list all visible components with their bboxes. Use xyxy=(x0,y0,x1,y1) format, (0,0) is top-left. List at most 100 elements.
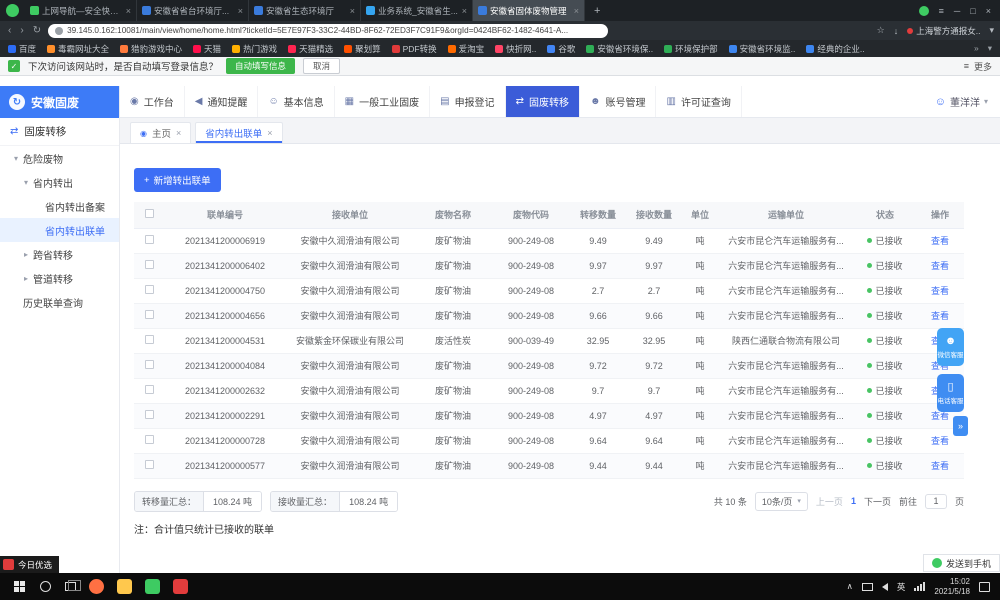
bookmarks-menu-icon[interactable]: ▾ xyxy=(988,43,992,54)
tray-input-lang[interactable]: 英 xyxy=(897,581,906,593)
forward-button[interactable]: › xyxy=(18,25,25,36)
row-checkbox[interactable] xyxy=(145,310,154,319)
row-checkbox[interactable] xyxy=(145,335,154,344)
current-page[interactable]: 1 xyxy=(851,496,856,506)
user-menu[interactable]: ☺ 董洋洋 ▾ xyxy=(923,86,1000,117)
nav-item-waste-transfer[interactable]: ⇄固废转移 xyxy=(506,86,580,117)
browser-tab[interactable]: 上网导航—安全快捷...× xyxy=(25,0,137,21)
tab-close-icon[interactable]: × xyxy=(126,6,131,16)
notify-more[interactable]: ≡ 更多 xyxy=(964,60,992,73)
tray-chevron-up-icon[interactable]: ∧ xyxy=(847,581,853,592)
task-view-button[interactable] xyxy=(65,582,76,591)
bookmark-item[interactable]: 热门游戏 xyxy=(232,43,277,55)
row-checkbox[interactable] xyxy=(145,410,154,419)
doc-tab[interactable]: ◉主页× xyxy=(130,122,191,143)
sidebar-item[interactable]: ▾省内转出 xyxy=(0,170,119,194)
close-button[interactable]: × xyxy=(986,6,991,16)
tray-monitor-icon[interactable] xyxy=(862,583,873,591)
select-all-checkbox[interactable] xyxy=(145,209,154,218)
bookmark-item[interactable]: 安徽省环境监.. xyxy=(729,43,796,55)
wechat-service-button[interactable]: ☻ 微信客服 xyxy=(937,328,964,366)
doc-tab-close-icon[interactable]: × xyxy=(176,128,181,138)
browser-tab[interactable]: 安徽省省台环境厅...× xyxy=(137,0,249,21)
view-link[interactable]: 查看 xyxy=(931,236,949,246)
pdf-reader-icon[interactable] xyxy=(173,579,188,594)
bookmark-item[interactable]: 聚划算 xyxy=(344,43,381,55)
browser-menu-icon[interactable]: ≡ xyxy=(939,6,944,16)
bookmark-item[interactable]: 百度 xyxy=(8,43,36,55)
tray-volume-icon[interactable] xyxy=(882,583,888,591)
nav-item-notify[interactable]: ◀通知提醒 xyxy=(185,86,259,117)
refresh-button[interactable]: ↻ xyxy=(31,25,43,36)
bookmark-item[interactable]: 经典的企业.. xyxy=(806,43,864,55)
view-link[interactable]: 查看 xyxy=(931,261,949,271)
tab-close-icon[interactable]: × xyxy=(238,6,243,16)
bookmark-item[interactable]: 天猫 xyxy=(193,43,221,55)
send-to-phone-widget[interactable]: 发送到手机 xyxy=(923,554,1000,572)
bookmark-item[interactable]: 安徽省环境保.. xyxy=(586,43,653,55)
toolbar-more-icon[interactable]: ▾ xyxy=(989,25,994,36)
tab-close-icon[interactable]: × xyxy=(574,6,579,16)
browser-tab[interactable]: 安徽省固体废物管理× xyxy=(473,0,585,21)
add-manifest-button[interactable]: + 新增转出联单 xyxy=(134,168,221,192)
bookmark-item[interactable]: 环境保护部 xyxy=(664,43,718,55)
row-checkbox[interactable] xyxy=(145,360,154,369)
page-size-select[interactable]: 10条/页 ▾ xyxy=(755,492,808,511)
maximize-button[interactable]: □ xyxy=(970,6,975,16)
sidebar-item[interactable]: ▸跨省转移 xyxy=(0,242,119,266)
bookmarks-overflow-icon[interactable]: » xyxy=(974,43,979,54)
browser-tab[interactable]: 业务系统_安徽省生...× xyxy=(361,0,473,21)
row-checkbox[interactable] xyxy=(145,385,154,394)
row-checkbox[interactable] xyxy=(145,260,154,269)
view-link[interactable]: 查看 xyxy=(931,411,949,421)
download-icon[interactable]: ↓ xyxy=(894,26,899,36)
row-checkbox[interactable] xyxy=(145,460,154,469)
new-tab-button[interactable]: + xyxy=(585,5,609,17)
nav-item-basic-info[interactable]: ☺基本信息 xyxy=(258,86,334,117)
file-explorer-icon[interactable] xyxy=(117,579,132,594)
tray-network-icon[interactable] xyxy=(914,582,925,591)
nav-item-workbench[interactable]: ◉工作台 xyxy=(120,86,185,117)
nav-item-license[interactable]: ▥许可证查询 xyxy=(656,86,741,117)
nav-item-industrial-waste[interactable]: ▦一般工业固废 xyxy=(335,86,430,117)
tab-close-icon[interactable]: × xyxy=(462,6,467,16)
autofill-cancel-button[interactable]: 取消 xyxy=(303,58,340,74)
bookmark-item[interactable]: 猎豹游戏中心 xyxy=(120,43,182,55)
sidebar-item[interactable]: 省内转出联单 xyxy=(0,218,119,242)
today-pick-widget[interactable]: 今日优选 xyxy=(0,556,59,573)
bookmark-item[interactable]: 天猫精选 xyxy=(288,43,333,55)
view-link[interactable]: 查看 xyxy=(931,286,949,296)
bookmark-item[interactable]: PDF转换 xyxy=(392,43,437,55)
prev-page-button[interactable]: 上一页 xyxy=(816,495,843,508)
back-button[interactable]: ‹ xyxy=(6,25,13,36)
view-link[interactable]: 查看 xyxy=(931,436,949,446)
tray-clock[interactable]: 15:02 2021/5/18 xyxy=(934,577,970,597)
favorite-star-icon[interactable]: ☆ xyxy=(877,25,885,36)
view-link[interactable]: 查看 xyxy=(931,311,949,321)
search-button[interactable] xyxy=(40,581,51,592)
tab-close-icon[interactable]: × xyxy=(350,6,355,16)
doc-tab-close-icon[interactable]: × xyxy=(267,128,272,138)
browser-logo-icon[interactable] xyxy=(6,4,19,17)
sidebar-item[interactable]: 历史联单查询 xyxy=(0,290,119,314)
autofill-accept-button[interactable]: 自动填写信息 xyxy=(226,58,295,74)
phone-service-button[interactable]: ▯ 电话客服 xyxy=(937,374,964,412)
minimize-button[interactable]: ─ xyxy=(954,6,960,16)
view-link[interactable]: 查看 xyxy=(931,461,949,471)
next-page-button[interactable]: 下一页 xyxy=(864,495,891,508)
sidebar-item[interactable]: 省内转出备案 xyxy=(0,194,119,218)
service-collapse-button[interactable]: » xyxy=(953,416,968,436)
doc-tab[interactable]: 省内转出联单× xyxy=(195,122,282,143)
row-checkbox[interactable] xyxy=(145,435,154,444)
row-checkbox[interactable] xyxy=(145,235,154,244)
browser-icon[interactable] xyxy=(89,579,104,594)
sidebar-item[interactable]: ▾危险废物 xyxy=(0,146,119,170)
wechat-icon[interactable] xyxy=(145,579,160,594)
nav-item-declare[interactable]: ▤申报登记 xyxy=(430,86,505,117)
user-avatar-icon[interactable] xyxy=(919,6,929,16)
bookmark-item[interactable]: 爱淘宝 xyxy=(448,43,485,55)
news-ticker[interactable]: 上海警方通报女.. xyxy=(907,25,980,37)
bookmark-item[interactable]: 毒霸网址大全 xyxy=(47,43,109,55)
row-checkbox[interactable] xyxy=(145,285,154,294)
url-input[interactable]: 39.145.0.162:10081/main/view/home/home.h… xyxy=(48,24,608,38)
